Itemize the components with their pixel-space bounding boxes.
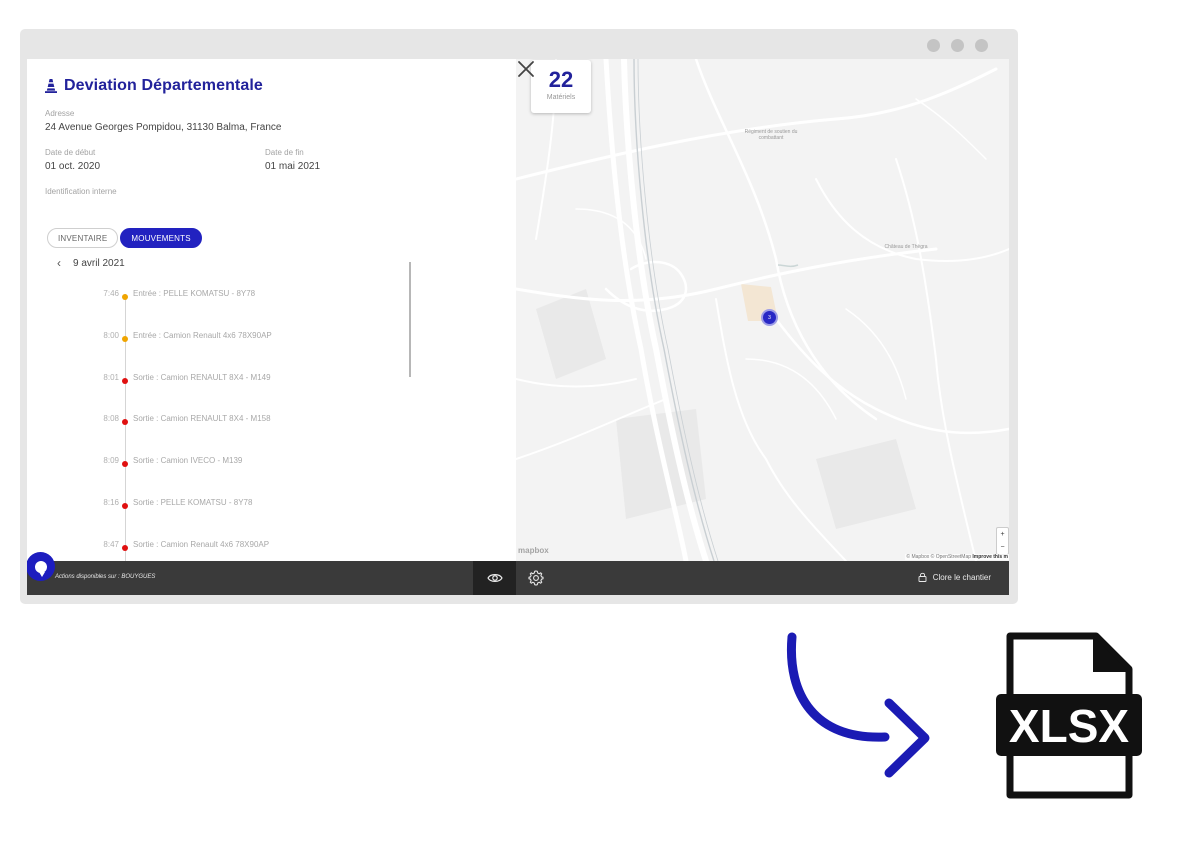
movement-time: 8:00 — [103, 330, 119, 340]
internal-id-label: Identification interne — [45, 187, 117, 196]
close-icon[interactable] — [516, 59, 536, 79]
start-date-value: 01 oct. 2020 — [45, 161, 101, 172]
movement-row: 8:01 Sortie : Camion RENAULT 8X4 - M149 — [27, 373, 427, 387]
movement-row: 8:00 Entrée : Camion Renault 4x6 78X90AP — [27, 331, 427, 345]
map-label-regiment: Régiment de soutien du combattant — [744, 129, 798, 141]
close-site-label: Clore le chantier — [932, 572, 991, 582]
scrollbar[interactable] — [409, 262, 411, 377]
page-title: Deviation Départementale — [45, 77, 263, 95]
movement-row: 7:46 Entrée : PELLE KOMATSU - 8Y78 — [27, 289, 427, 303]
gear-icon[interactable] — [527, 569, 545, 587]
movement-time: 8:08 — [103, 414, 119, 424]
end-date-value: 01 mai 2021 — [265, 161, 321, 172]
movement-text: Entrée : Camion Renault 4x6 78X90AP — [133, 330, 272, 340]
window-dot[interactable] — [927, 39, 940, 52]
movement-text: Sortie : PELLE KOMATSU - 8Y78 — [133, 498, 253, 507]
movement-row: 8:08 Sortie : Camion RENAULT 8X4 - M158 — [27, 414, 427, 428]
site-details-panel: Deviation Départementale Adresse 24 Aven… — [27, 59, 516, 561]
tab-inventaire[interactable]: INVENTAIRE — [47, 228, 119, 248]
movement-time: 8:16 — [103, 498, 119, 507]
equipment-cluster-marker[interactable]: 3 — [761, 309, 778, 326]
address-value: 24 Avenue Georges Pompidou, 31130 Balma,… — [45, 122, 282, 133]
movement-exit-dot — [122, 461, 128, 468]
map-attribution: © Mapbox © OpenStreetMap Improve this m — [905, 554, 1009, 560]
tab-mouvements[interactable]: MOUVEMENTS — [120, 228, 202, 248]
traffic-cone-icon — [45, 79, 57, 93]
window-dot[interactable] — [975, 39, 988, 52]
movement-text: Sortie : Camion IVECO - M139 — [133, 456, 243, 466]
export-arrow-icon — [786, 632, 930, 778]
address-label: Adresse — [45, 109, 75, 118]
start-date-label: Date de début — [45, 148, 96, 157]
movement-time: 7:46 — [103, 289, 119, 298]
zoom-control: + − — [996, 527, 1009, 555]
movement-text: Sortie : Camion RENAULT 8X4 - M158 — [133, 414, 271, 424]
movement-text: Sortie : Camion RENAULT 8X4 - M149 — [133, 372, 271, 382]
movement-time: 8:01 — [103, 372, 119, 382]
current-date: 9 avril 2021 — [73, 257, 125, 269]
counter-unit: Matériels — [546, 94, 576, 101]
movement-text: Sortie : Camion Renault 4x6 78X90AP — [133, 539, 270, 549]
end-date-label: Date de fin — [265, 148, 304, 157]
movement-exit-dot — [122, 503, 128, 509]
window-dot[interactable] — [951, 39, 964, 52]
movement-entry-dot — [122, 335, 128, 342]
available-actions-text: Actions disponibles sur : BOUYGUES — [55, 574, 156, 580]
chat-support-button[interactable] — [27, 552, 55, 581]
equipment-counter: 22 Matériels — [531, 60, 591, 113]
map-label-chateau: Château de Thègra — [884, 244, 928, 250]
site-title: Deviation Départementale — [64, 77, 263, 94]
counter-value: 22 — [548, 67, 574, 92]
close-site-button[interactable]: Clore le chantier — [918, 572, 991, 582]
attribution-text[interactable]: © Mapbox © OpenStreetMap — [906, 554, 971, 560]
movement-text: Entrée : PELLE KOMATSU - 8Y78 — [133, 289, 256, 298]
view-tabs: INVENTAIRE MOUVEMENTS — [47, 228, 202, 248]
mapbox-logo[interactable]: mapbox — [518, 546, 549, 555]
xlsx-file-icon: XLSX — [996, 632, 1142, 799]
view-toggle-button[interactable] — [473, 561, 516, 595]
movement-time: 8:09 — [103, 456, 119, 466]
zoom-out-button[interactable]: − — [997, 541, 1008, 554]
lock-icon — [918, 572, 927, 582]
improve-map-link[interactable]: Improve this m — [972, 554, 1008, 560]
xlsx-label: XLSX — [1009, 700, 1129, 752]
movement-exit-dot — [122, 377, 128, 384]
bottom-action-bar: Actions disponibles sur : BOUYGUES Clore… — [27, 561, 1009, 595]
movement-entry-dot — [122, 294, 128, 300]
movement-time: 8:47 — [103, 539, 119, 549]
zoom-in-button[interactable]: + — [997, 528, 1008, 541]
movement-row: 8:09 Sortie : Camion IVECO - M139 — [27, 456, 427, 470]
movements-timeline: 7:46 Entrée : PELLE KOMATSU - 8Y78 8:00 Ent… — [27, 281, 516, 561]
window-controls — [927, 39, 988, 52]
app-window: Deviation Départementale Adresse 24 Aven… — [27, 59, 1009, 595]
movement-row: 8:16 Sortie : PELLE KOMATSU - 8Y78 — [27, 498, 427, 512]
movement-exit-dot — [122, 419, 128, 426]
date-navigator: ‹ 9 avril 2021 — [57, 256, 125, 270]
movement-exit-dot — [122, 544, 128, 551]
eye-icon — [486, 574, 503, 582]
chevron-left-icon[interactable]: ‹ — [57, 256, 61, 270]
chat-icon — [34, 560, 47, 577]
movement-row: 8:47 Sortie : Camion Renault 4x6 78X90AP — [27, 540, 427, 554]
map-view[interactable]: 22 Matériels Régiment de soutien du comb… — [516, 59, 1009, 561]
